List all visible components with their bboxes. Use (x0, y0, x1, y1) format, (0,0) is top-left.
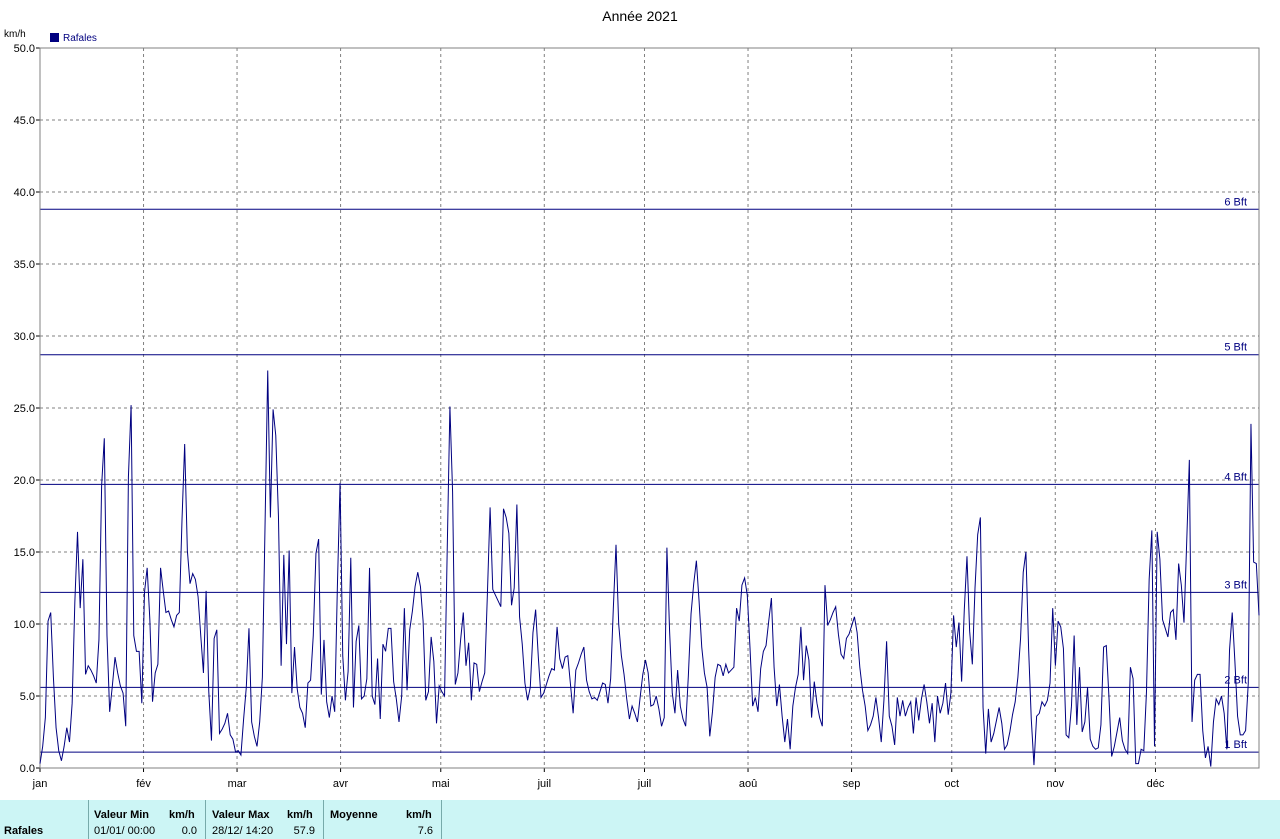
beaufort-label: 4 Bft (1224, 471, 1247, 483)
y-axis-unit: km/h (4, 29, 26, 40)
x-tick-label: nov (1046, 778, 1064, 790)
stats-series-label: Rafales (4, 825, 44, 837)
x-tick-label: déc (1147, 778, 1165, 790)
x-tick-label: avr (333, 778, 349, 790)
stats-min-value: 0.0 (181, 825, 197, 837)
beaufort-label: 6 Bft (1224, 196, 1247, 208)
x-tick-label: juil (537, 778, 551, 790)
stats-max-header: Valeur Max (212, 809, 270, 821)
y-tick-label: 5.0 (20, 691, 35, 703)
y-tick-label: 40.0 (14, 187, 35, 199)
stats-min-date: 01/01/ 00:00 (94, 825, 156, 837)
y-tick-label: 50.0 (14, 43, 35, 55)
beaufort-label: 1 Bft (1224, 739, 1247, 751)
x-tick-label: juil (637, 778, 651, 790)
stats-avg-header: Moyenne (330, 809, 378, 821)
stats-panel: Rafales Valeur Min km/h 01/01/ 00:00 0.0… (0, 800, 1280, 839)
stats-min-unit: km/h (169, 809, 195, 821)
x-tick-label: mar (228, 778, 247, 790)
y-tick-label: 15.0 (14, 547, 35, 559)
y-tick-label: 20.0 (14, 475, 35, 487)
stats-avg-value: 7.6 (417, 825, 433, 837)
x-tick-label: jan (32, 778, 48, 790)
y-tick-label: 30.0 (14, 331, 35, 343)
y-tick-label: 45.0 (14, 115, 35, 127)
stats-max-value: 57.9 (293, 825, 315, 837)
stats-max-cell: Valeur Max km/h 28/12/ 14:20 57.9 (206, 800, 324, 839)
stats-min-cell: Valeur Min km/h 01/01/ 00:00 0.0 (89, 800, 206, 839)
y-tick-label: 0.0 (20, 763, 35, 775)
stats-series-cell: Rafales (0, 800, 89, 839)
beaufort-label: 5 Bft (1224, 342, 1247, 354)
chart-title: Année 2021 (602, 8, 678, 24)
y-tick-label: 10.0 (14, 619, 35, 631)
stats-max-date: 28/12/ 14:20 (212, 825, 274, 837)
y-tick-label: 35.0 (14, 259, 35, 271)
stats-max-unit: km/h (287, 809, 313, 821)
legend-label: Rafales (63, 33, 97, 44)
chart: Année 2021 km/h Rafales 1 Bft2 Bft3 Bft4… (4, 8, 1260, 790)
stats-min-header: Valeur Min (94, 809, 150, 821)
x-tick-label: mai (432, 778, 450, 790)
beaufort-label: 3 Bft (1224, 579, 1247, 591)
y-tick-label: 25.0 (14, 403, 35, 415)
x-tick-label: oct (944, 778, 959, 790)
stats-avg-cell: Moyenne km/h 7.6 (324, 800, 442, 839)
legend-swatch (50, 33, 59, 42)
stats-avg-unit: km/h (406, 809, 432, 821)
x-tick-label: sep (843, 778, 861, 790)
x-tick-label: aoû (739, 778, 757, 790)
x-tick-label: fév (136, 778, 151, 790)
series-line-rafales (39, 370, 1260, 767)
